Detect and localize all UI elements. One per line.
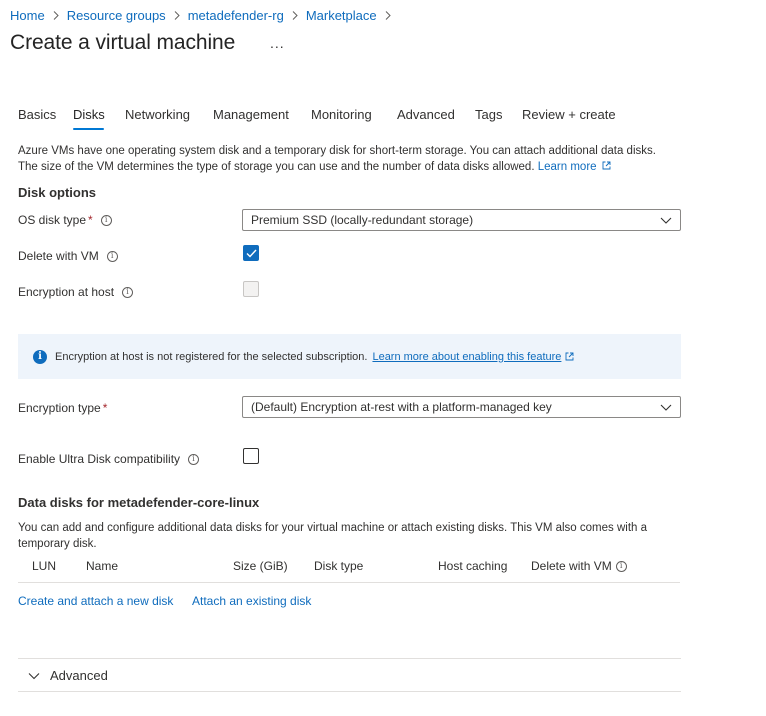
os-disk-type-select[interactable]: Premium SSD (locally-redundant storage) — [242, 209, 681, 231]
active-tab-indicator — [73, 128, 104, 130]
encryption-at-host-text: Encryption at host — [18, 285, 115, 299]
tab-management[interactable]: Management — [213, 107, 289, 122]
info-icon[interactable]: i — [615, 560, 627, 572]
breadcrumb-resource-group[interactable]: metadefender-rg — [188, 8, 284, 23]
ultra-disk-text: Enable Ultra Disk compatibility — [18, 452, 181, 466]
enable-feature-link[interactable]: Learn more about enabling this feature — [372, 351, 561, 363]
os-disk-type-label: OS disk type * i — [18, 213, 112, 227]
data-disks-description: You can add and configure additional dat… — [18, 522, 648, 550]
encryption-type-text: Encryption type — [18, 401, 101, 415]
chevron-right-icon — [292, 10, 298, 20]
info-icon[interactable]: i — [122, 286, 134, 298]
tab-disks[interactable]: Disks — [73, 107, 105, 122]
required-marker: * — [102, 401, 108, 415]
chevron-down-icon — [660, 404, 672, 411]
section-divider — [18, 658, 681, 659]
chevron-down-icon — [28, 672, 40, 679]
advanced-section-label: Advanced — [50, 668, 108, 683]
tab-advanced[interactable]: Advanced — [397, 107, 455, 122]
column-header-lun: LUN — [32, 559, 57, 573]
breadcrumb: Home Resource groups metadefender-rg Mar… — [10, 7, 399, 23]
encryption-type-select[interactable]: (Default) Encryption at-rest with a plat… — [242, 396, 681, 418]
info-icon[interactable]: i — [100, 214, 112, 226]
column-header-name: Name — [86, 559, 119, 573]
chevron-down-icon — [660, 217, 672, 224]
tab-review-create[interactable]: Review + create — [522, 107, 616, 122]
external-link-icon — [565, 352, 574, 361]
ultra-disk-label: Enable Ultra Disk compatibility i — [18, 452, 200, 466]
banner-text: Encryption at host is not registered for… — [55, 350, 368, 363]
page-title: Create a virtual machine — [10, 31, 236, 54]
create-attach-disk-link[interactable]: Create and attach a new disk — [18, 594, 173, 608]
delete-with-vm-text: Delete with VM — [18, 249, 99, 263]
chevron-right-icon — [385, 10, 391, 20]
advanced-section-toggle[interactable]: Advanced — [28, 668, 108, 683]
os-disk-type-value: Premium SSD (locally-redundant storage) — [251, 213, 474, 227]
tab-monitoring[interactable]: Monitoring — [311, 107, 372, 122]
data-disks-heading: Data disks for metadefender-core-linux — [18, 495, 260, 510]
column-header-host-caching: Host caching — [438, 559, 508, 573]
info-icon[interactable]: i — [106, 250, 118, 262]
disks-description: Azure VMs have one operating system disk… — [18, 143, 678, 175]
delete-with-vm-checkbox[interactable] — [243, 245, 259, 261]
os-disk-type-text: OS disk type — [18, 213, 87, 227]
chevron-right-icon — [53, 10, 59, 20]
encryption-info-banner: i Encryption at host is not registered f… — [18, 334, 681, 379]
breadcrumb-resource-groups[interactable]: Resource groups — [67, 8, 166, 23]
column-header-delete-with-vm: Delete with VM i — [531, 559, 627, 573]
learn-more-label: Learn more — [537, 161, 597, 173]
column-header-delete-text: Delete with VM — [531, 559, 612, 573]
table-divider — [18, 582, 680, 583]
tab-tags[interactable]: Tags — [475, 107, 502, 122]
checkmark-icon — [246, 249, 257, 258]
disk-options-heading: Disk options — [18, 185, 97, 200]
enable-feature-label: Learn more about enabling this feature — [372, 350, 562, 363]
info-filled-icon: i — [33, 349, 47, 364]
more-options-button[interactable]: ... — [270, 35, 285, 51]
chevron-right-icon — [174, 10, 180, 20]
column-header-size: Size (GiB) — [233, 559, 288, 573]
encryption-type-value: (Default) Encryption at-rest with a plat… — [251, 400, 552, 414]
ultra-disk-checkbox[interactable] — [243, 448, 259, 464]
breadcrumb-marketplace[interactable]: Marketplace — [306, 8, 377, 23]
encryption-type-label: Encryption type * — [18, 401, 107, 415]
tab-basics[interactable]: Basics — [18, 107, 56, 122]
column-header-disk-type: Disk type — [314, 559, 364, 573]
info-icon[interactable]: i — [188, 453, 200, 465]
required-marker: * — [88, 213, 93, 227]
tab-networking[interactable]: Networking — [125, 107, 190, 122]
breadcrumb-home[interactable]: Home — [10, 8, 45, 23]
encryption-at-host-label: Encryption at host i — [18, 285, 134, 299]
learn-more-link[interactable]: Learn more — [538, 161, 611, 173]
attach-existing-disk-link[interactable]: Attach an existing disk — [192, 594, 311, 608]
delete-with-vm-label: Delete with VM i — [18, 249, 118, 263]
section-divider — [18, 691, 681, 692]
encryption-at-host-checkbox[interactable] — [243, 281, 259, 297]
external-link-icon — [602, 161, 611, 170]
